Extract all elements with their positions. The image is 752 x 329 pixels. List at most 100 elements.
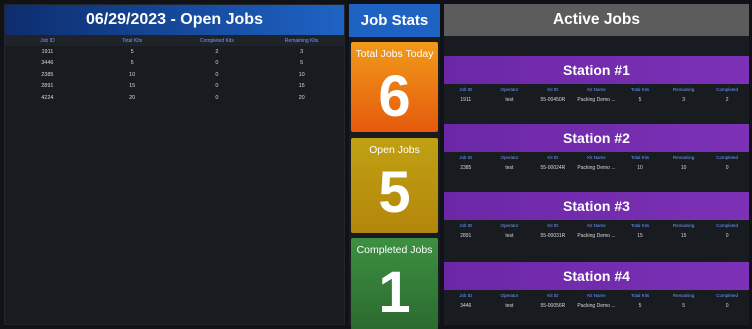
col-remaining[interactable]: Remaining: [662, 290, 706, 300]
cell-completed: 0: [725, 233, 729, 239]
col-total-kits[interactable]: Total Kits: [89, 35, 175, 46]
col-kit-id[interactable]: Kit ID: [531, 84, 575, 94]
cell-total-kits: 15: [129, 83, 136, 90]
col-total-kits[interactable]: Total Kits: [618, 220, 662, 230]
table-header-row: Job ID Operator Kit ID Kit Name Total Ki…: [444, 220, 749, 230]
col-completed[interactable]: Completed: [705, 152, 749, 162]
table-row: 3446 5 0 5: [5, 58, 344, 70]
col-job-id[interactable]: Job ID: [444, 290, 488, 300]
station-2: Station #2 Job ID Operator Kit ID Kit Na…: [444, 124, 749, 174]
col-remaining[interactable]: Remaining: [662, 84, 706, 94]
cell-completed: 2: [725, 97, 729, 103]
table-row: 2891 15 0 15: [5, 81, 344, 93]
cell-job-id: 2891: [41, 83, 54, 90]
cell-job-id: 2385: [460, 165, 472, 171]
total-jobs-value: 6: [378, 64, 411, 129]
completed-jobs-value: 1: [378, 260, 411, 325]
total-jobs-label: Total Jobs Today: [355, 48, 434, 60]
cell-total-kits: 10: [129, 71, 136, 78]
table-row: 2385 test 55-00024R Packing Demo ... 10 …: [444, 162, 749, 174]
cell-kit-id: 55-00450R: [540, 97, 566, 103]
open-jobs-label: Open Jobs: [369, 144, 420, 156]
active-jobs-panel: Active Jobs Station #1 Job ID Operator K…: [444, 4, 749, 325]
col-total-kits[interactable]: Total Kits: [618, 152, 662, 162]
cell-remaining-kits: 15: [298, 83, 305, 90]
table-row: 4224 20 0 20: [5, 92, 344, 104]
col-job-id[interactable]: Job ID: [444, 220, 488, 230]
cell-kit-name: Packing Demo ...: [577, 303, 616, 309]
cell-remaining-kits: 10: [298, 71, 305, 78]
cell-total-kits: 5: [130, 60, 134, 67]
cell-kit-name: Packing Demo ...: [577, 233, 616, 239]
table-row: 1911 test 55-00450R Packing Demo ... 5 3…: [444, 94, 749, 106]
job-stats-panel: Job Stats Total Jobs Today 6 Open Jobs 5…: [349, 4, 440, 329]
active-jobs-title: Active Jobs: [444, 4, 749, 36]
cell-operator: test: [505, 303, 514, 309]
cell-job-id: 3446: [41, 60, 54, 67]
station-title: Station #1: [444, 56, 749, 84]
col-kit-name[interactable]: Kit Name: [575, 220, 619, 230]
cell-job-id: 2385: [41, 71, 54, 78]
table-row: 2385 10 0 10: [5, 69, 344, 81]
cell-kit-id: 55-00031R: [540, 233, 566, 239]
col-completed[interactable]: Completed: [705, 84, 749, 94]
col-job-id[interactable]: Job ID: [444, 84, 488, 94]
col-completed[interactable]: Completed: [705, 220, 749, 230]
col-kit-name[interactable]: Kit Name: [575, 152, 619, 162]
col-operator[interactable]: Operator: [488, 290, 532, 300]
col-total-kits[interactable]: Total Kits: [618, 84, 662, 94]
cell-job-id: 2891: [460, 233, 472, 239]
cell-kit-id: 55-00056R: [540, 303, 566, 309]
cell-remaining: 10: [680, 165, 687, 171]
table-row: 1911 5 2 3: [5, 46, 344, 58]
col-remaining-kits[interactable]: Remaining Kits: [259, 35, 344, 46]
cell-kit-name: Packing Demo ...: [577, 97, 616, 103]
cell-job-id: 3446: [460, 303, 472, 309]
cell-total-kits: 5: [130, 48, 134, 55]
cell-operator: test: [505, 233, 514, 239]
station-1: Station #1 Job ID Operator Kit ID Kit Na…: [444, 56, 749, 106]
station-table: Job ID Operator Kit ID Kit Name Total Ki…: [444, 152, 749, 174]
col-operator[interactable]: Operator: [488, 84, 532, 94]
col-job-id[interactable]: Job ID: [5, 35, 90, 46]
cell-kit-id: 55-00024R: [540, 165, 566, 171]
table-row: 3446 test 55-00056R Packing Demo ... 5 5…: [444, 300, 749, 312]
col-kit-name[interactable]: Kit Name: [575, 84, 619, 94]
col-kit-id[interactable]: Kit ID: [531, 220, 575, 230]
cell-total-kits: 10: [637, 165, 643, 171]
col-kit-id[interactable]: Kit ID: [531, 290, 575, 300]
col-completed[interactable]: Completed: [705, 290, 749, 300]
station-3: Station #3 Job ID Operator Kit ID Kit Na…: [444, 192, 749, 242]
col-kit-name[interactable]: Kit Name: [575, 290, 619, 300]
station-title: Station #4: [444, 262, 749, 290]
col-operator[interactable]: Operator: [488, 152, 532, 162]
cell-operator: test: [505, 97, 514, 103]
cell-total-kits: 5: [638, 303, 642, 309]
station-table: Job ID Operator Kit ID Kit Name Total Ki…: [444, 84, 749, 106]
col-remaining[interactable]: Remaining: [662, 152, 706, 162]
cell-remaining: 15: [680, 233, 687, 239]
cell-remaining: 5: [682, 303, 685, 309]
col-job-id[interactable]: Job ID: [444, 152, 488, 162]
col-completed-kits[interactable]: Completed Kits: [174, 35, 260, 46]
station-title: Station #3: [444, 192, 749, 220]
cell-completed-kits: 0: [215, 94, 219, 101]
open-jobs-panel: 06/29/2023 - Open Jobs Job ID Total Kits…: [4, 4, 345, 325]
total-jobs-stat: Total Jobs Today 6: [351, 42, 438, 132]
open-jobs-value: 5: [378, 160, 411, 225]
open-jobs-stat: Open Jobs 5: [351, 138, 438, 233]
cell-completed-kits: 0: [215, 83, 219, 90]
cell-operator: test: [505, 165, 514, 171]
cell-kit-name: Packing Demo ...: [577, 165, 616, 171]
col-kit-id[interactable]: Kit ID: [531, 152, 575, 162]
cell-total-kits: 20: [129, 94, 136, 101]
open-jobs-table: Job ID Total Kits Completed Kits Remaini…: [5, 35, 344, 104]
cell-completed-kits: 0: [215, 71, 219, 78]
cell-remaining: 3: [682, 97, 685, 103]
cell-job-id: 4224: [41, 94, 54, 101]
cell-job-id: 1911: [460, 97, 472, 103]
col-total-kits[interactable]: Total Kits: [618, 290, 662, 300]
col-operator[interactable]: Operator: [488, 220, 532, 230]
completed-jobs-stat: Completed Jobs 1: [351, 238, 438, 329]
col-remaining[interactable]: Remaining: [662, 220, 706, 230]
